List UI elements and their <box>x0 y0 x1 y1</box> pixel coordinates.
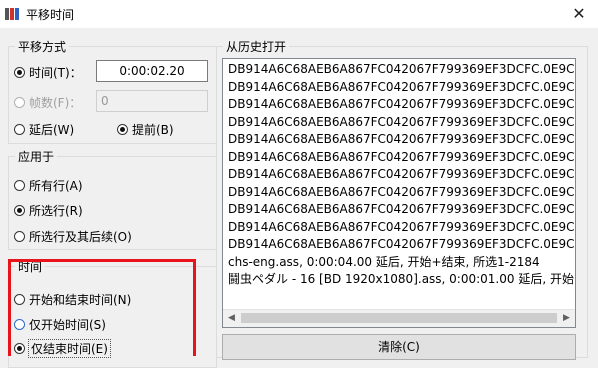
end-only-label: 仅结束时间(E) <box>28 339 111 358</box>
history-title: 从历史打开 <box>223 38 290 55</box>
history-item[interactable]: DB914A6C68AEB6A867FC042067F799369EF3DCFC… <box>223 114 575 132</box>
start-only-label: 仅开始时间(S) <box>29 318 106 332</box>
history-item[interactable]: DB914A6C68AEB6A867FC042067F799369EF3DCFC… <box>223 79 575 97</box>
backward-radio[interactable]: 延后(W) <box>14 121 74 138</box>
radio-dot <box>14 124 25 135</box>
scroll-left-icon[interactable]: ◀ <box>223 310 240 327</box>
all-rows-label: 所有行(A) <box>29 179 83 193</box>
start-only-radio[interactable]: 仅开始时间(S) <box>14 316 106 333</box>
history-item[interactable]: DB914A6C68AEB6A867FC042067F799369EF3DCFC… <box>223 149 575 167</box>
window-title: 平移时间 <box>26 8 75 22</box>
radio-dot <box>14 294 25 305</box>
selected-and-after-label: 所选行及其后续(O) <box>29 230 132 244</box>
title-bar: 平移时间 ✕ <box>0 0 598 28</box>
forward-radio[interactable]: 提前(B) <box>117 121 174 138</box>
radio-dot <box>14 67 25 78</box>
time-label: 时间(T)： <box>29 66 82 80</box>
history-item[interactable]: chs-eng.ass, 0:00:04.00 延后, 开始+结束, 所选1-2… <box>223 254 575 272</box>
scrollbar-thumb[interactable] <box>241 313 557 323</box>
history-item[interactable]: DB914A6C68AEB6A867FC042067F799369EF3DCFC… <box>223 184 575 202</box>
selected-and-after-radio[interactable]: 所选行及其后续(O) <box>14 228 132 245</box>
radio-dot <box>14 205 25 216</box>
apply-to-title: 应用于 <box>15 148 58 165</box>
radio-dot <box>14 180 25 191</box>
history-item[interactable]: DB914A6C68AEB6A867FC042067F799369EF3DCFC… <box>223 201 575 219</box>
history-item[interactable]: DB914A6C68AEB6A867FC042067F799369EF3DCFC… <box>223 219 575 237</box>
history-item[interactable]: DB914A6C68AEB6A867FC042067F799369EF3DCFC… <box>223 61 575 79</box>
selected-rows-label: 所选行(R) <box>29 204 83 218</box>
frames-label: 帧数(F)： <box>29 96 82 110</box>
frames-radio[interactable]: 帧数(F)： <box>14 94 81 111</box>
radio-dot <box>14 343 25 354</box>
start-end-label: 开始和结束时间(N) <box>29 293 132 307</box>
frames-input[interactable]: 0 <box>96 90 208 112</box>
all-rows-radio[interactable]: 所有行(A) <box>14 177 83 194</box>
radio-dot <box>14 97 25 108</box>
horizontal-scrollbar[interactable]: ◀ ▶ <box>223 309 575 327</box>
radio-dot <box>14 231 25 242</box>
history-item[interactable]: 鬪虫ペダル - 16 [BD 1920x1080].ass, 0:00:01.0… <box>223 271 575 289</box>
history-item[interactable]: DB914A6C68AEB6A867FC042067F799369EF3DCFC… <box>223 166 575 184</box>
time-input[interactable]: 0:00:02.20 <box>96 60 208 82</box>
selected-rows-radio[interactable]: 所选行(R) <box>14 202 83 219</box>
radio-dot <box>14 319 25 330</box>
time-radio[interactable]: 时间(T)： <box>14 64 82 81</box>
history-list[interactable]: DB914A6C68AEB6A867FC042067F799369EF3DCFC… <box>222 58 576 328</box>
shift-mode-title: 平移方式 <box>15 38 70 55</box>
close-icon[interactable]: ✕ <box>568 3 590 25</box>
clear-button[interactable]: 清除(C) <box>222 334 576 360</box>
start-end-radio[interactable]: 开始和结束时间(N) <box>14 291 131 308</box>
history-items: DB914A6C68AEB6A867FC042067F799369EF3DCFC… <box>223 61 575 307</box>
scroll-right-icon[interactable]: ▶ <box>558 310 575 327</box>
app-icon <box>5 8 19 20</box>
end-only-radio[interactable]: 仅结束时间(E) <box>14 339 111 358</box>
forward-label: 提前(B) <box>132 123 174 137</box>
backward-label: 延后(W) <box>29 123 75 137</box>
radio-dot <box>117 124 128 135</box>
history-item[interactable]: DB914A6C68AEB6A867FC042067F799369EF3DCFC… <box>223 236 575 254</box>
history-item[interactable]: DB914A6C68AEB6A867FC042067F799369EF3DCFC… <box>223 131 575 149</box>
history-item[interactable]: DB914A6C68AEB6A867FC042067F799369EF3DCFC… <box>223 96 575 114</box>
